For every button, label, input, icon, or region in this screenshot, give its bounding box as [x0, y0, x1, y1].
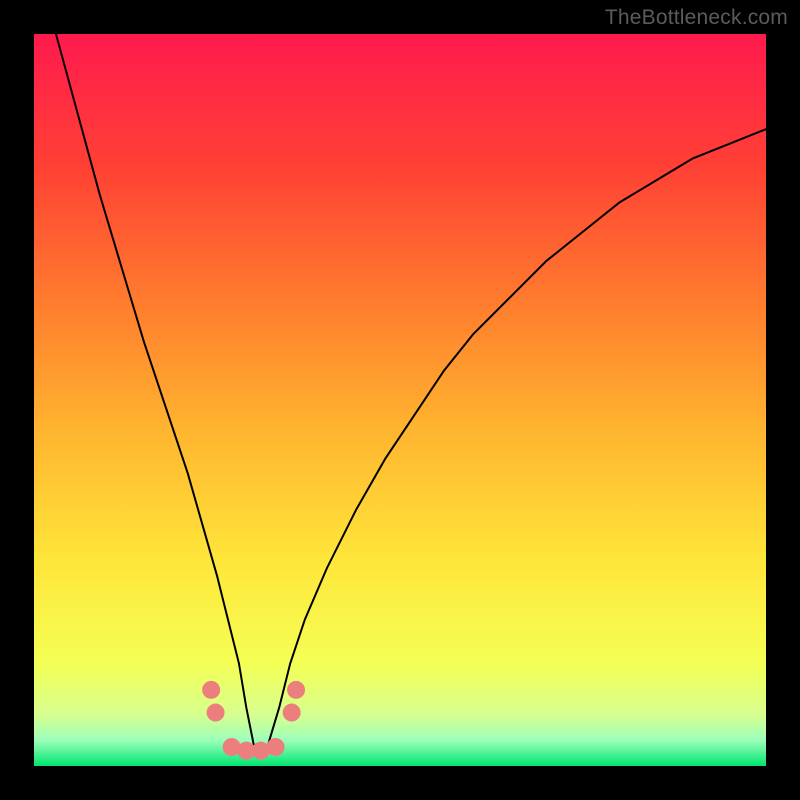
data-marker — [202, 681, 220, 699]
data-marker — [287, 681, 305, 699]
chart-frame: TheBottleneck.com — [0, 0, 800, 800]
watermark-text: TheBottleneck.com — [605, 6, 788, 30]
data-marker — [207, 704, 225, 722]
data-marker — [283, 704, 301, 722]
data-marker — [267, 738, 285, 756]
chart-background — [34, 34, 766, 766]
chart-svg — [34, 34, 766, 766]
chart-plot-area — [34, 34, 766, 766]
